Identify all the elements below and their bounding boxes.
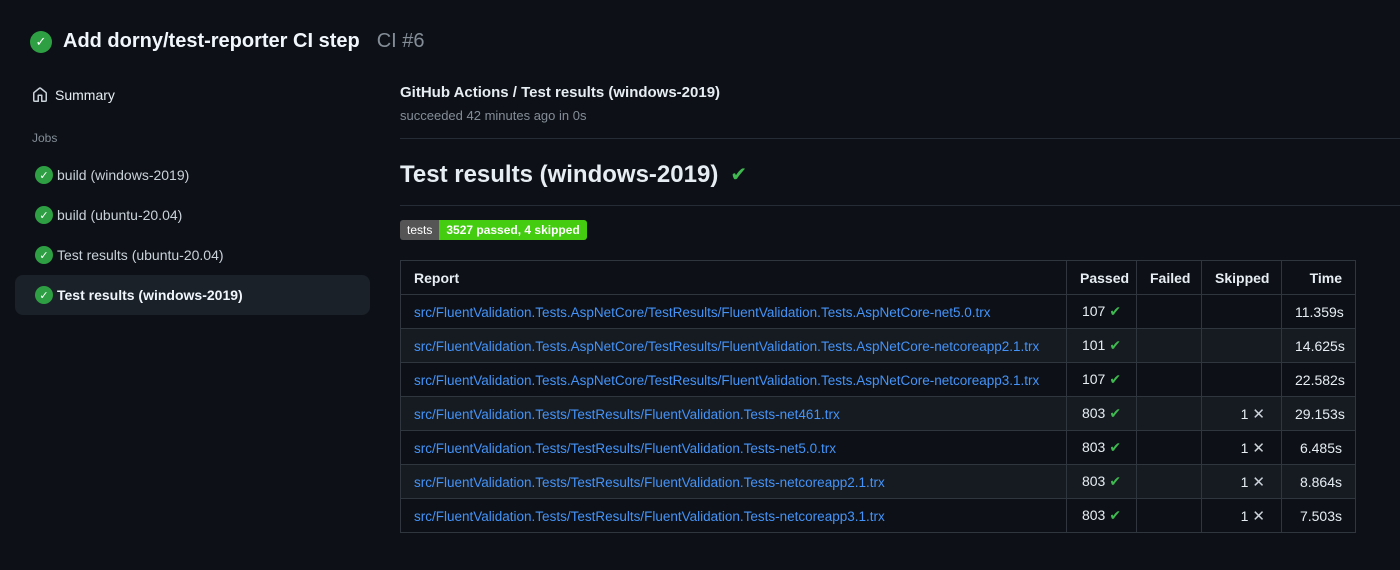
column-header-failed: Failed	[1136, 260, 1202, 295]
report-link[interactable]: src/FluentValidation.Tests/TestResults/F…	[414, 509, 885, 524]
report-link[interactable]: src/FluentValidation.Tests/TestResults/F…	[414, 407, 840, 422]
table-header-row: Report Passed Failed Skipped Time	[400, 260, 1356, 295]
table-row: src/FluentValidation.Tests/TestResults/F…	[400, 430, 1356, 465]
column-header-skipped: Skipped	[1201, 260, 1282, 295]
main-content: GitHub Actions / Test results (windows-2…	[400, 63, 1400, 533]
sidebar: Summary Jobs ✓ build (windows-2019) ✓ bu…	[0, 63, 400, 315]
report-link[interactable]: src/FluentValidation.Tests/TestResults/F…	[414, 441, 836, 456]
table-row: src/FluentValidation.Tests.AspNetCore/Te…	[400, 328, 1356, 363]
pass-check-icon: ✔	[1109, 303, 1122, 319]
table-row: src/FluentValidation.Tests.AspNetCore/Te…	[400, 362, 1356, 397]
job-label: Test results (windows-2019)	[57, 287, 243, 303]
report-link[interactable]: src/FluentValidation.Tests.AspNetCore/Te…	[414, 339, 1039, 354]
section-title: Test results (windows-2019)	[400, 161, 719, 188]
column-header-time: Time	[1281, 260, 1356, 295]
sidebar-item-summary[interactable]: Summary	[15, 77, 370, 113]
summary-label: Summary	[55, 87, 115, 103]
table-row: src/FluentValidation.Tests.AspNetCore/Te…	[400, 294, 1356, 329]
job-label: build (ubuntu-20.04)	[57, 207, 183, 223]
pass-check-icon: ✔	[1109, 507, 1122, 523]
jobs-list: ✓ build (windows-2019) ✓ build (ubuntu-2…	[15, 155, 370, 315]
success-check-circle-icon: ✓	[35, 166, 53, 184]
skip-x-icon: ✕	[1252, 473, 1265, 491]
divider	[400, 138, 1400, 139]
sidebar-job-item[interactable]: ✓ Test results (windows-2019)	[15, 275, 370, 315]
check-suite-status: succeeded 42 minutes ago in 0s	[400, 108, 587, 123]
table-row: src/FluentValidation.Tests/TestResults/F…	[400, 396, 1356, 431]
sidebar-job-item[interactable]: ✓ Test results (ubuntu-20.04)	[15, 235, 370, 275]
job-label: build (windows-2019)	[57, 167, 190, 183]
test-results-table: Report Passed Failed Skipped Time src/Fl…	[400, 260, 1356, 533]
home-icon	[33, 87, 47, 102]
success-check-circle-icon: ✓	[35, 206, 53, 224]
badge-label: tests	[400, 220, 440, 240]
jobs-section-label: Jobs	[32, 131, 58, 145]
divider	[400, 205, 1400, 206]
pass-check-icon: ✔	[1109, 371, 1122, 387]
success-check-icon: ✔	[730, 164, 748, 186]
run-number: CI #6	[376, 30, 425, 52]
tests-badge: tests 3527 passed, 4 skipped	[400, 220, 587, 240]
column-header-passed: Passed	[1066, 260, 1137, 295]
success-check-circle-icon: ✓	[30, 30, 52, 53]
pass-check-icon: ✔	[1109, 405, 1122, 421]
job-label: Test results (ubuntu-20.04)	[57, 247, 224, 263]
column-header-report: Report	[400, 260, 1067, 295]
success-check-circle-icon: ✓	[35, 246, 53, 264]
report-link[interactable]: src/FluentValidation.Tests.AspNetCore/Te…	[414, 305, 991, 320]
pass-check-icon: ✔	[1109, 337, 1122, 353]
run-title: Add dorny/test-reporter CI step	[63, 30, 360, 52]
report-link[interactable]: src/FluentValidation.Tests.AspNetCore/Te…	[414, 373, 1039, 388]
pass-check-icon: ✔	[1109, 473, 1122, 489]
sidebar-job-item[interactable]: ✓ build (ubuntu-20.04)	[15, 195, 370, 235]
table-row: src/FluentValidation.Tests/TestResults/F…	[400, 464, 1356, 499]
run-header: ✓ Add dorny/test-reporter CI step CI #6	[0, 0, 1400, 63]
skip-x-icon: ✕	[1252, 439, 1265, 457]
report-link[interactable]: src/FluentValidation.Tests/TestResults/F…	[414, 475, 885, 490]
check-suite-title: GitHub Actions / Test results (windows-2…	[400, 84, 721, 101]
section-heading: Test results (windows-2019) ✔	[400, 161, 1400, 189]
badge-value: 3527 passed, 4 skipped	[439, 220, 587, 240]
skip-x-icon: ✕	[1252, 405, 1265, 423]
skip-x-icon: ✕	[1252, 507, 1265, 525]
sidebar-job-item[interactable]: ✓ build (windows-2019)	[15, 155, 370, 195]
table-row: src/FluentValidation.Tests/TestResults/F…	[400, 498, 1356, 533]
success-check-circle-icon: ✓	[35, 286, 53, 304]
pass-check-icon: ✔	[1109, 439, 1122, 455]
